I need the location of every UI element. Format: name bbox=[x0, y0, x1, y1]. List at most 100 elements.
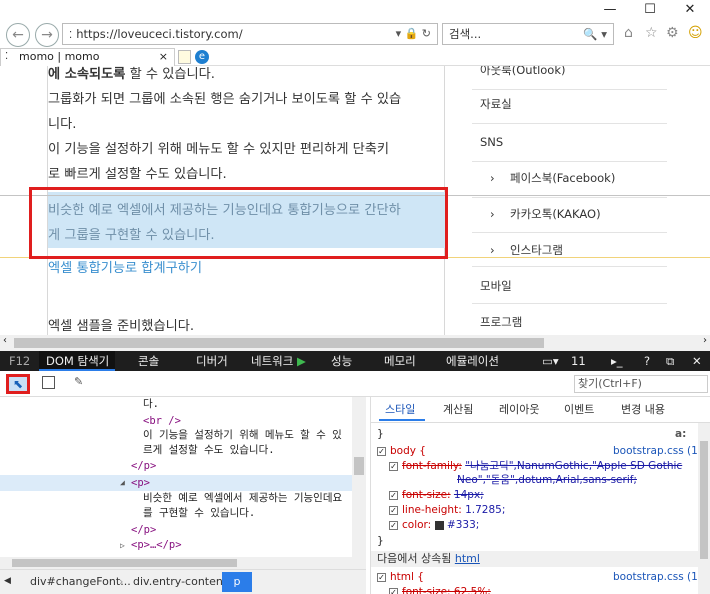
body-rule-selector[interactable]: ✓ body { bbox=[377, 444, 426, 458]
dom-br-node[interactable]: <br /> bbox=[143, 414, 181, 428]
tab-memory[interactable]: 메모리 bbox=[384, 351, 416, 371]
styles-panel: 스타일 계산됨 레이아웃 이벤트 변경 내용 } a: ✓ body { boot… bbox=[370, 397, 710, 594]
close-devtools-icon[interactable]: ✕ bbox=[692, 351, 702, 371]
undock-icon[interactable]: ⧉ bbox=[666, 351, 674, 371]
dom-text-node[interactable]: 다. bbox=[143, 397, 159, 411]
tab-performance[interactable]: 성능 bbox=[331, 351, 352, 371]
tab-console[interactable]: 콘솔 bbox=[138, 351, 159, 371]
selector-text: body { bbox=[390, 445, 426, 457]
font-family-declaration[interactable]: ✓ font-family: "나눔고딕",NanumGothic,"Apple … bbox=[389, 459, 682, 473]
url-actions-icons[interactable]: ▾ 🔒 ↻ bbox=[396, 24, 431, 44]
sidebar-item-kakao[interactable]: 카카오톡(KAKAO) bbox=[510, 206, 601, 222]
tab-network[interactable]: 네트워크 bbox=[251, 351, 293, 371]
tab-dom-explorer[interactable]: DOM 탐색기 bbox=[46, 351, 109, 371]
collapse-triangle-icon[interactable]: ▷ bbox=[120, 539, 125, 553]
search-input[interactable]: 검색... 🔍 ▾ bbox=[442, 23, 614, 45]
breadcrumb-item-active[interactable]: p bbox=[222, 572, 252, 592]
dom-text-node[interactable]: 르게 설정할 수도 있습니다. bbox=[143, 443, 275, 457]
horizontal-scrollbar[interactable]: ‹ › bbox=[0, 335, 710, 351]
dom-p-close[interactable]: </p> bbox=[131, 523, 156, 537]
html-font-size-declaration[interactable]: ✓ font-size: 62.5%; bbox=[389, 585, 491, 594]
selected-node-row[interactable] bbox=[0, 475, 352, 491]
tab-computed[interactable]: 계산됨 bbox=[443, 401, 473, 417]
dom-text-node[interactable]: 이 기능을 설정하기 위해 메뉴도 할 수 있 bbox=[143, 428, 342, 442]
dom-horizontal-scrollbar[interactable] bbox=[0, 557, 366, 569]
color-picker-icon[interactable]: ✎ bbox=[74, 375, 83, 388]
excel-consolidate-link[interactable]: 엑셀 통합기능로 합계구하기 bbox=[48, 256, 446, 281]
help-icon[interactable]: ? bbox=[644, 351, 650, 371]
tab-styles[interactable]: 스타일 bbox=[385, 401, 415, 417]
minimize-button[interactable]: — bbox=[600, 2, 620, 18]
declaration-checkbox[interactable]: ✓ bbox=[389, 587, 398, 594]
crumb-scroll-left-icon[interactable]: ◀ bbox=[4, 576, 11, 586]
close-window-button[interactable]: ✕ bbox=[680, 2, 700, 18]
tab-momo[interactable]: ⁚ momo | momo × bbox=[0, 48, 175, 66]
declaration-checkbox[interactable]: ✓ bbox=[389, 520, 398, 530]
color-declaration[interactable]: ✓ color: #333; bbox=[389, 518, 479, 532]
styles-vertical-scrollbar[interactable] bbox=[698, 423, 710, 594]
scrollbar-thumb[interactable] bbox=[354, 457, 364, 475]
tab-debugger[interactable]: 디버거 bbox=[196, 351, 228, 371]
color-swatch[interactable] bbox=[434, 520, 444, 530]
inherited-link[interactable]: html bbox=[455, 552, 480, 565]
dom-p-collapsed[interactable]: <p>…</p> bbox=[131, 538, 182, 552]
font-toggle-icon[interactable]: a: bbox=[675, 427, 686, 441]
dom-text-node[interactable]: 비슷한 예로 엑셀에서 제공하는 기능인데요 bbox=[143, 491, 342, 505]
source-link[interactable]: bootstrap.css (1) bbox=[613, 570, 702, 584]
maximize-button[interactable]: ☐ bbox=[640, 2, 660, 18]
favorites-star-icon[interactable]: ☆ bbox=[645, 25, 658, 41]
breadcrumb-item[interactable]: div.entry-content bbox=[133, 575, 227, 588]
dom-p-open[interactable]: <p> bbox=[131, 476, 150, 490]
record-icon[interactable]: ▶ bbox=[297, 351, 306, 371]
tab-changes[interactable]: 변경 내용 bbox=[621, 401, 665, 417]
sidebar-item-sns[interactable]: SNS bbox=[480, 134, 503, 150]
select-element-icon[interactable]: ⬉ bbox=[6, 374, 30, 394]
highlight-box-icon[interactable] bbox=[42, 376, 55, 389]
search-icon[interactable]: 🔍 ▾ bbox=[583, 24, 607, 44]
breadcrumb-item[interactable]: div#changeFont... bbox=[30, 575, 131, 588]
forward-button[interactable]: → bbox=[35, 23, 59, 47]
scrollbar-thumb[interactable] bbox=[700, 441, 708, 559]
sidebar-item-mobile[interactable]: 모바일 bbox=[480, 278, 512, 294]
line-height-declaration[interactable]: ✓ line-height: 1.7285; bbox=[389, 503, 505, 517]
sidebar-item-program[interactable]: 프로그램 bbox=[480, 314, 522, 330]
console-icon[interactable]: ▸_ bbox=[611, 351, 623, 371]
new-tab-icon[interactable] bbox=[178, 50, 191, 64]
paragraph-2-line-2: 니다. bbox=[48, 117, 77, 132]
rule-checkbox[interactable]: ✓ bbox=[377, 446, 386, 456]
back-button[interactable]: ← bbox=[6, 23, 30, 47]
scroll-right-icon[interactable]: › bbox=[703, 335, 707, 346]
scrollbar-thumb[interactable] bbox=[12, 559, 237, 567]
scroll-left-icon[interactable]: ‹ bbox=[3, 335, 7, 346]
settings-gear-icon[interactable]: ⚙ bbox=[666, 25, 679, 41]
source-link[interactable]: bootstrap.css (1) bbox=[613, 444, 702, 458]
target-icon[interactable]: ▭▾ bbox=[542, 351, 559, 371]
scrollbar-thumb[interactable] bbox=[14, 338, 544, 348]
tab-layout[interactable]: 레이아웃 bbox=[499, 401, 539, 417]
html-rule-selector[interactable]: ✓ html { bbox=[377, 570, 424, 584]
tab-close-icon[interactable]: × bbox=[159, 49, 168, 65]
home-icon[interactable]: ⌂ bbox=[624, 25, 633, 41]
declaration-checkbox[interactable]: ✓ bbox=[389, 461, 398, 471]
url-input[interactable]: ⁚ https://loveuceci.tistory.com/ ▾ 🔒 ↻ bbox=[62, 23, 438, 45]
dom-vertical-scrollbar[interactable] bbox=[352, 397, 366, 557]
rule-checkbox[interactable]: ✓ bbox=[377, 572, 386, 582]
active-tab-indicator bbox=[379, 419, 425, 421]
edge-icon[interactable]: e bbox=[195, 50, 209, 64]
dom-text-node[interactable]: 를 구현할 수 있습니다. bbox=[143, 506, 255, 520]
smiley-feedback-icon[interactable]: ☺ bbox=[688, 25, 703, 41]
sidebar-item-archive[interactable]: 자료실 bbox=[480, 96, 512, 112]
dom-p-close[interactable]: </p> bbox=[131, 459, 156, 473]
property-value: "나눔고딕",NanumGothic,"Apple SD Gothic bbox=[465, 460, 683, 472]
expand-triangle-icon[interactable]: ◢ bbox=[120, 476, 125, 490]
sidebar-item-facebook[interactable]: 페이스북(Facebook) bbox=[510, 170, 615, 186]
tab-events[interactable]: 이벤트 bbox=[564, 401, 594, 417]
find-input[interactable]: 찾기(Ctrl+F) bbox=[574, 375, 708, 393]
property-name: color: bbox=[402, 519, 432, 531]
tab-emulation[interactable]: 에뮬레이션 bbox=[446, 351, 499, 371]
sidebar-item-outlook[interactable]: 아웃룩(Outlook) bbox=[480, 66, 566, 78]
sidebar-item-instagram[interactable]: 인스타그램 bbox=[510, 242, 563, 258]
font-size-declaration[interactable]: ✓ font-size: 14px; bbox=[389, 488, 484, 502]
declaration-checkbox[interactable]: ✓ bbox=[389, 505, 398, 515]
declaration-checkbox[interactable]: ✓ bbox=[389, 490, 398, 500]
